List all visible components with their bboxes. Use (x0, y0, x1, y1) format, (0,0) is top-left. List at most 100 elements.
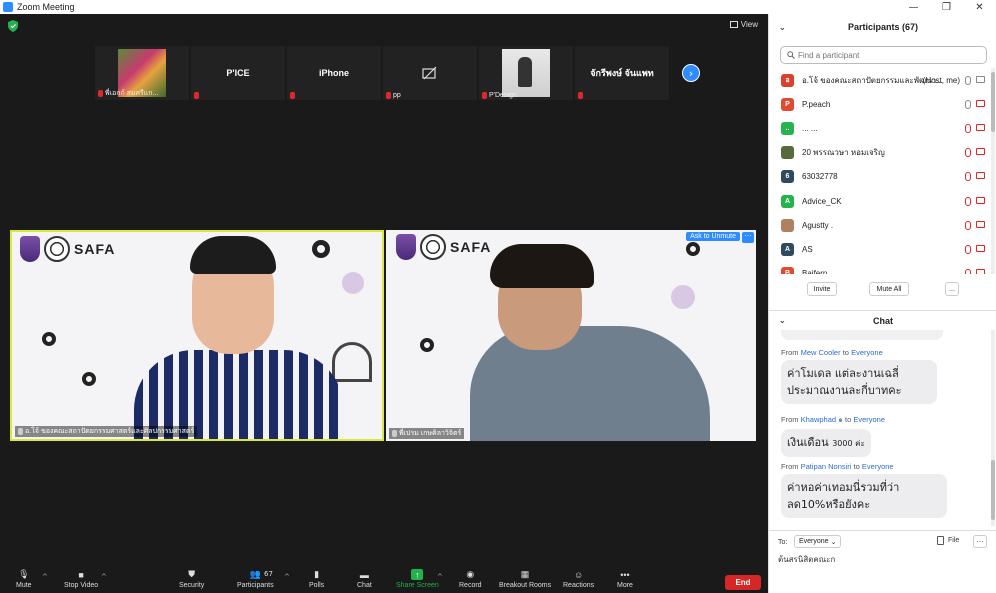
grid-view-icon (729, 21, 738, 28)
video-tile[interactable]: P'ICE (191, 46, 285, 100)
video-off-icon[interactable] (976, 148, 985, 156)
thumbnail-strip: พี่เอกก์ สมศรีแก... P'ICE iPhone pp P'De… (95, 46, 669, 100)
video-tile[interactable]: พี่เอกก์ สมศรีแก... (95, 46, 189, 100)
chat-scrollbar[interactable] (991, 330, 995, 526)
end-meeting-button[interactable]: End (725, 575, 761, 590)
mic-muted-icon[interactable] (965, 148, 971, 158)
audio-options-caret-icon[interactable]: ^ (42, 573, 48, 581)
seal-icon (420, 234, 446, 260)
minimize-icon[interactable]: — (897, 0, 930, 14)
collapse-chevron-icon[interactable]: ⌄ (779, 23, 786, 32)
chat-header: ⌄ Chat (769, 310, 996, 330)
mic-muted-icon[interactable] (965, 220, 971, 230)
video-more-button[interactable]: ··· (742, 232, 754, 243)
chat-message: From Patipan Nonsiri to Everyone ค่าหอค่… (781, 462, 947, 518)
mute-button[interactable]: 🎙 Mute (16, 569, 32, 589)
close-icon[interactable]: ✕ (963, 0, 996, 14)
maximize-icon[interactable]: ❐ (930, 0, 963, 14)
invite-button[interactable]: Invite (807, 282, 837, 296)
video-options-caret-icon[interactable]: ^ (101, 573, 107, 581)
ask-to-unmute-button[interactable]: Ask to Unmute (686, 232, 740, 241)
chat-message: From Khawphad ๑ to Everyone เงินเดือน 30… (781, 414, 885, 457)
video-off-icon[interactable] (976, 269, 985, 274)
mic-muted-icon (290, 92, 295, 99)
record-button[interactable]: ◉ Record (459, 569, 482, 589)
mic-muted-icon[interactable] (965, 172, 971, 182)
microphone-icon[interactable] (965, 75, 971, 85)
participant-row[interactable]: Agustty . (769, 213, 991, 237)
video-tile[interactable]: iPhone (287, 46, 381, 100)
window-controls: — ❐ ✕ (897, 0, 996, 14)
participant-row[interactable]: 20 พรรณวษา หอมเจริญ (769, 141, 991, 165)
participant-row[interactable]: .. ... ... (769, 116, 991, 140)
university-emblem-icon (396, 234, 416, 260)
avatar: A (781, 242, 794, 256)
stop-video-button[interactable]: ■ Stop Video (64, 569, 98, 590)
participant-row[interactable]: A Advice_CK (769, 189, 991, 213)
meeting-toolbar: 🎙 Mute ^ ■ Stop Video ^ ⛊ Security 👥 Par… (0, 565, 768, 593)
share-screen-button[interactable]: ↑ Share Screen (396, 569, 439, 589)
mic-muted-icon[interactable] (965, 196, 971, 206)
meeting-area: View พี่เอกก์ สมศรีแก... P'ICE iPhone pp… (0, 14, 768, 593)
to-label: To: (778, 539, 788, 546)
shield-icon: ⛊ (188, 569, 196, 579)
video-off-icon[interactable] (976, 99, 985, 107)
video-off-icon[interactable] (976, 244, 985, 252)
view-button[interactable]: View (729, 20, 758, 29)
video-tile[interactable]: จักรีพงษ์ จันแพท (575, 46, 669, 100)
record-icon: ◉ (466, 569, 475, 579)
chat-button[interactable]: ▬ Chat (357, 569, 372, 590)
reactions-button[interactable]: ☺ Reactions (563, 569, 594, 590)
video-off-icon[interactable] (976, 123, 985, 131)
share-options-caret-icon[interactable]: ^ (437, 573, 443, 581)
participant-scrollbar[interactable] (991, 68, 995, 274)
participant-name: ... ... (802, 123, 818, 133)
recipient-select[interactable]: Everyone ⌄ (794, 535, 842, 548)
polls-button[interactable]: ▮ Polls (309, 569, 324, 589)
participant-name: จักรีพงษ์ จันแพท (590, 68, 654, 78)
file-button[interactable]: File (937, 536, 959, 545)
chat-message: From Mew Cooler to Everyone ค่าโมเดล แต่… (781, 348, 937, 404)
smiley-icon: ☺ (573, 569, 584, 580)
participant-name: iPhone (318, 68, 349, 78)
participant-search[interactable] (780, 46, 987, 64)
mic-muted-icon (194, 92, 199, 99)
next-page-arrow-icon[interactable]: › (682, 64, 700, 82)
mic-muted-icon[interactable] (965, 123, 971, 133)
microphone-icon[interactable] (965, 99, 971, 109)
mic-muted-icon[interactable] (965, 244, 971, 254)
chat-bubble-icon: ▬ (359, 569, 369, 580)
speaker-video[interactable]: SAFA อ.โจ้ ของคณะสถาปัตยกรรมศาสตร์และศิล… (10, 230, 384, 441)
more-button[interactable]: ••• More (617, 569, 633, 590)
video-off-icon[interactable] (976, 172, 985, 180)
participant-row[interactable]: B Baifern (769, 262, 991, 274)
search-input[interactable] (798, 50, 978, 60)
participant-row[interactable]: 6 63032778 (769, 165, 991, 189)
video-off-icon[interactable] (976, 196, 985, 204)
breakout-rooms-button[interactable]: ▦ Breakout Rooms (499, 569, 551, 589)
participant-row[interactable]: อ อ.โจ้ ของคณะสถาปัตยกรรมและพัฒนา... (Host… (769, 68, 991, 92)
participant-name: AS (802, 244, 813, 254)
encryption-shield-icon[interactable] (8, 20, 18, 32)
security-button[interactable]: ⛊ Security (179, 569, 204, 589)
participant-row[interactable]: A AS (769, 237, 991, 261)
avatar: A (781, 194, 794, 208)
participant-name: P'ICE (226, 68, 250, 78)
avatar (781, 218, 794, 232)
participants-more-button[interactable]: ... (945, 282, 959, 296)
video-off-icon[interactable] (976, 220, 985, 228)
chat-message-input[interactable] (778, 555, 978, 564)
participant-name: 63032778 (802, 172, 838, 182)
participants-caret-icon[interactable]: ^ (284, 573, 290, 581)
participant-row[interactable]: P P.peach (769, 92, 991, 116)
mic-muted-icon[interactable] (965, 269, 971, 274)
video-tile[interactable]: pp (383, 46, 477, 100)
safa-logo: SAFA (20, 236, 115, 262)
participant-name: Baifern (802, 269, 828, 274)
participant-video[interactable]: SAFA Ask to Unmute ··· พี่เปรม เกษคิลาวิ… (386, 230, 756, 441)
video-camera-icon[interactable] (976, 75, 985, 83)
chat-more-button[interactable]: ··· (973, 535, 987, 548)
mute-all-button[interactable]: Mute All (869, 282, 909, 296)
collapse-chevron-icon[interactable]: ⌄ (779, 316, 786, 325)
video-tile[interactable]: P'Design (479, 46, 573, 100)
